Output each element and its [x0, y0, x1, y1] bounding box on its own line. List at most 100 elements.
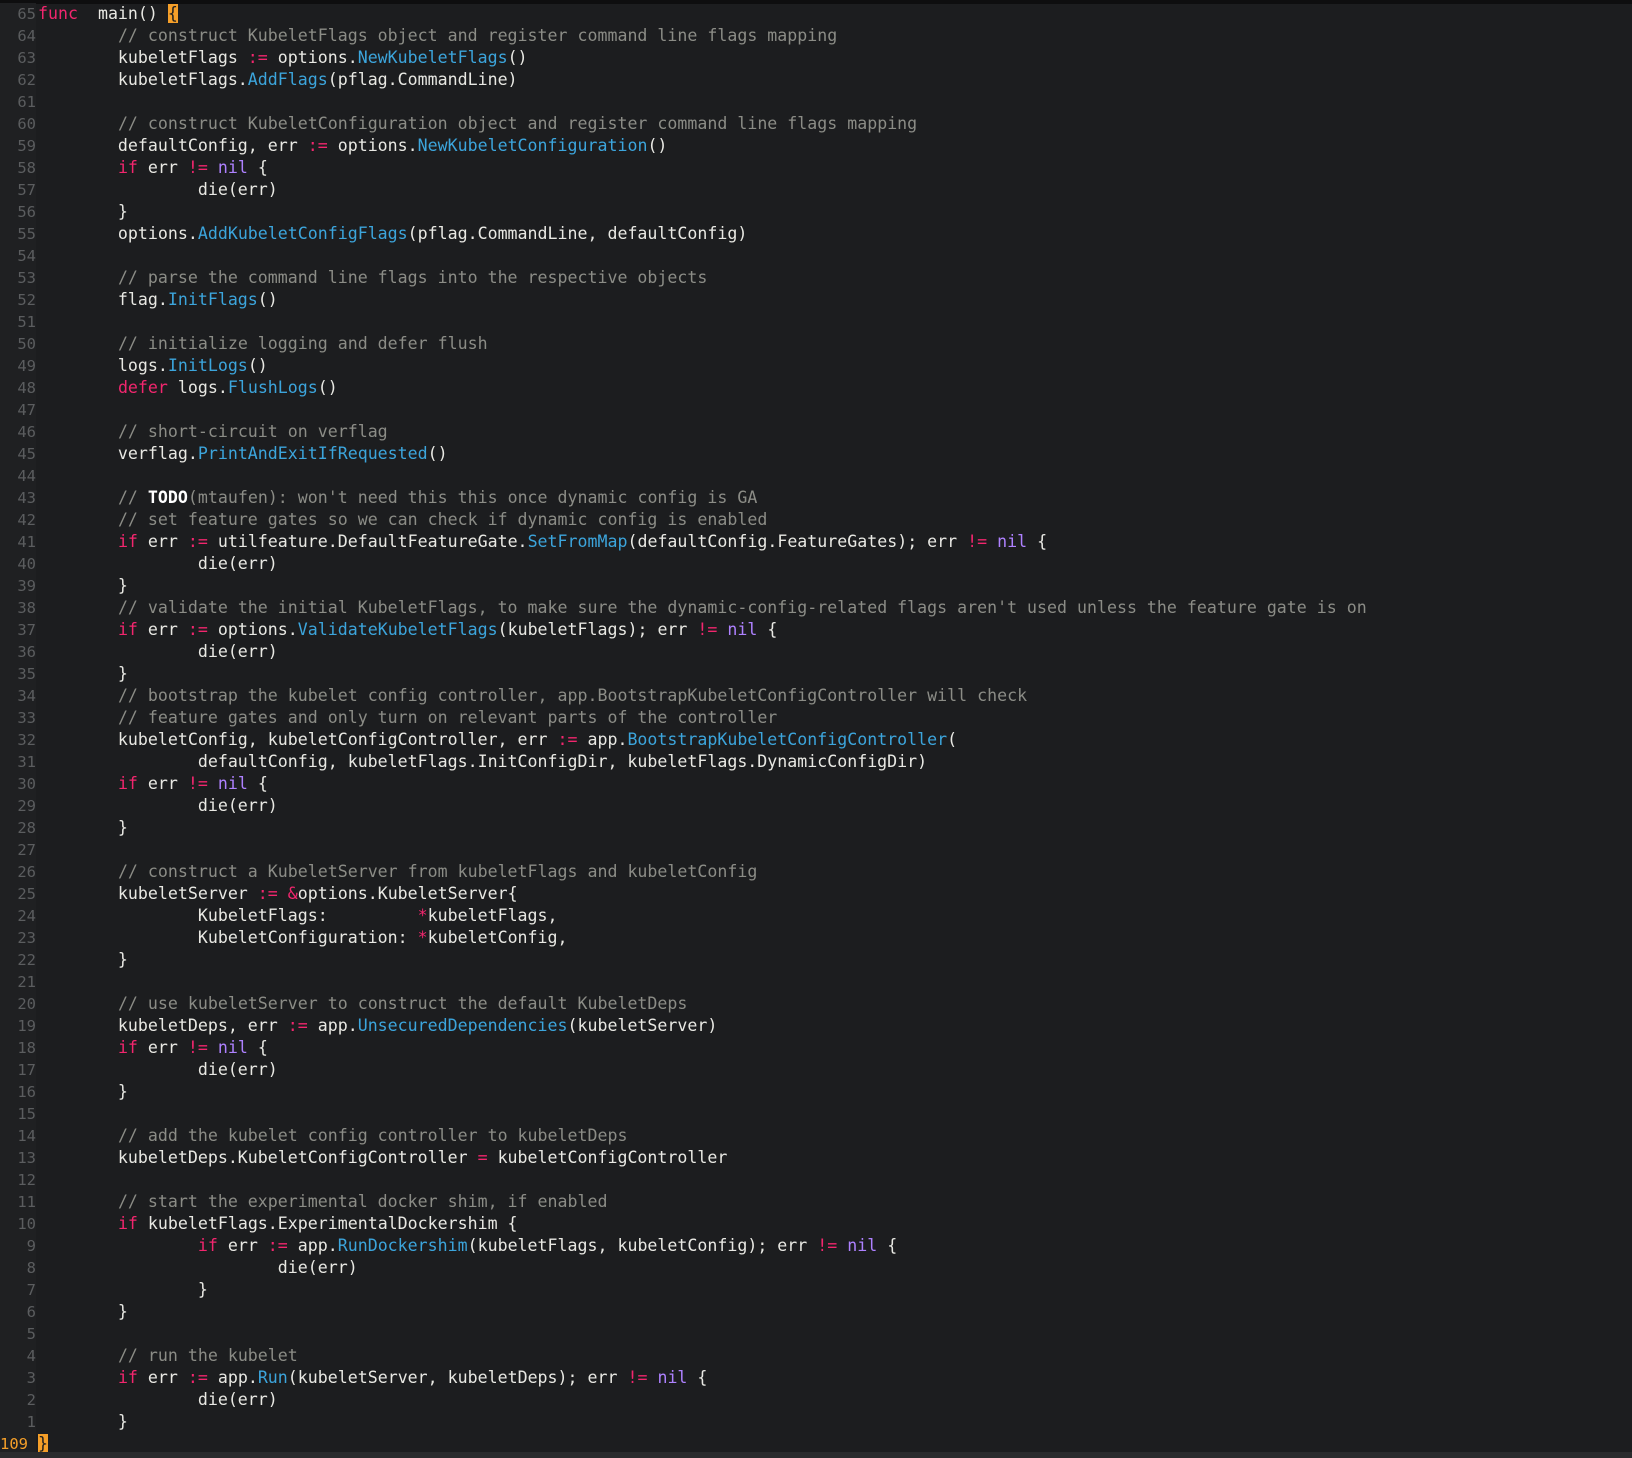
code-line[interactable]: 43 // TODO(mtaufen): won't need this thi…	[0, 487, 1632, 509]
code-line[interactable]: 58 if err != nil {	[0, 157, 1632, 179]
code-line[interactable]: 45 verflag.PrintAndExitIfRequested()	[0, 443, 1632, 465]
code-line[interactable]: 56 }	[0, 201, 1632, 223]
code-line[interactable]: 50 // initialize logging and defer flush	[0, 333, 1632, 355]
code-line[interactable]: 63 kubeletFlags := options.NewKubeletFla…	[0, 47, 1632, 69]
code-line[interactable]: 15	[0, 1103, 1632, 1125]
code-line[interactable]: 6 }	[0, 1301, 1632, 1323]
code-line[interactable]: 42 // set feature gates so we can check …	[0, 509, 1632, 531]
code-line[interactable]: 52 flag.InitFlags()	[0, 289, 1632, 311]
code-line[interactable]: 41 if err := utilfeature.DefaultFeatureG…	[0, 531, 1632, 553]
code-line[interactable]: 65 func main() {	[0, 3, 1632, 25]
code-text: die(err)	[36, 553, 278, 575]
code-line[interactable]: 57 die(err)	[0, 179, 1632, 201]
code-line[interactable]: 19 kubeletDeps, err := app.UnsecuredDepe…	[0, 1015, 1632, 1037]
code-line[interactable]: 2 die(err)	[0, 1389, 1632, 1411]
code-line[interactable]: 17 die(err)	[0, 1059, 1632, 1081]
code-token: :=	[247, 48, 268, 67]
code-line[interactable]: 4 // run the kubelet	[0, 1345, 1632, 1367]
code-text: die(err)	[36, 1389, 278, 1411]
code-line[interactable]: 47	[0, 399, 1632, 421]
code-line[interactable]: 21	[0, 971, 1632, 993]
code-line[interactable]: 35 }	[0, 663, 1632, 685]
code-line[interactable]: 25 kubeletServer := &options.KubeletServ…	[0, 883, 1632, 905]
code-text: flag.InitFlags()	[36, 289, 278, 311]
code-line[interactable]: 14 // add the kubelet config controller …	[0, 1125, 1632, 1147]
code-text: }	[36, 575, 128, 597]
line-number: 20	[0, 993, 36, 1015]
code-text: }	[36, 1301, 128, 1323]
code-line[interactable]: 20 // use kubeletServer to construct the…	[0, 993, 1632, 1015]
code-line[interactable]: 40 die(err)	[0, 553, 1632, 575]
code-line[interactable]: 7 }	[0, 1279, 1632, 1301]
code-line[interactable]: 53 // parse the command line flags into …	[0, 267, 1632, 289]
code-token: if	[117, 620, 138, 639]
code-line[interactable]: 16 }	[0, 1081, 1632, 1103]
code-line[interactable]: 62 kubeletFlags.AddFlags(pflag.CommandLi…	[0, 69, 1632, 91]
code-line[interactable]: 18 if err != nil {	[0, 1037, 1632, 1059]
code-line[interactable]: 51	[0, 311, 1632, 333]
code-line[interactable]: 54	[0, 245, 1632, 267]
code-line[interactable]: 60 // construct KubeletConfiguration obj…	[0, 113, 1632, 135]
code-line[interactable]: 23 KubeletConfiguration: *kubeletConfig,	[0, 927, 1632, 949]
code-token: InitFlags	[167, 290, 258, 309]
line-number: 24	[0, 905, 36, 927]
line-number: 64	[0, 25, 36, 47]
line-number: 27	[0, 839, 36, 861]
code-line[interactable]: 44	[0, 465, 1632, 487]
code-line[interactable]: 1 }	[0, 1411, 1632, 1433]
code-token: ()	[427, 444, 448, 463]
line-number: 22	[0, 949, 36, 971]
code-line[interactable]: 33 // feature gates and only turn on rel…	[0, 707, 1632, 729]
code-text: die(err)	[36, 1059, 278, 1081]
code-token: if	[117, 532, 138, 551]
code-editor[interactable]: 65 func main() {64 // construct KubeletFl…	[0, 3, 1632, 1455]
code-token: ()	[647, 136, 668, 155]
code-line[interactable]: 5	[0, 1323, 1632, 1345]
code-line[interactable]: 26 // construct a KubeletServer from kub…	[0, 861, 1632, 883]
code-text: // bootstrap the kubelet config controll…	[36, 685, 1027, 707]
line-number: 65	[0, 3, 36, 25]
code-token: InitLogs	[167, 356, 248, 375]
code-line[interactable]: 11 // start the experimental docker shim…	[0, 1191, 1632, 1213]
code-line[interactable]: 32 kubeletConfig, kubeletConfigControlle…	[0, 729, 1632, 751]
code-line[interactable]: 24 KubeletFlags: *kubeletFlags,	[0, 905, 1632, 927]
code-line[interactable]: 13 kubeletDeps.KubeletConfigController =…	[0, 1147, 1632, 1169]
code-token: }	[38, 664, 128, 683]
code-token: die(err)	[38, 1258, 358, 1277]
code-text: logs.InitLogs()	[36, 355, 268, 377]
code-line[interactable]: 8 die(err)	[0, 1257, 1632, 1279]
code-line[interactable]: 28 }	[0, 817, 1632, 839]
code-text: KubeletFlags: *kubeletFlags,	[36, 905, 558, 927]
code-line[interactable]: 61	[0, 91, 1632, 113]
code-line[interactable]: 46 // short-circuit on verflag	[0, 421, 1632, 443]
code-token: KubeletFlags:	[38, 906, 418, 925]
code-line[interactable]: 36 die(err)	[0, 641, 1632, 663]
code-line[interactable]: 39 }	[0, 575, 1632, 597]
code-line[interactable]: 12	[0, 1169, 1632, 1191]
code-line[interactable]: 27	[0, 839, 1632, 861]
code-line[interactable]: 64 // construct KubeletFlags object and …	[0, 25, 1632, 47]
code-line[interactable]: 22 }	[0, 949, 1632, 971]
code-line[interactable]: 31 defaultConfig, kubeletFlags.InitConfi…	[0, 751, 1632, 773]
code-line[interactable]: 10 if kubeletFlags.ExperimentalDockershi…	[0, 1213, 1632, 1235]
line-number: 11	[0, 1191, 36, 1213]
code-line[interactable]: 9 if err := app.RunDockershim(kubeletFla…	[0, 1235, 1632, 1257]
code-token: nil	[847, 1236, 878, 1255]
code-line[interactable]: 37 if err := options.ValidateKubeletFlag…	[0, 619, 1632, 641]
code-line[interactable]: 49 logs.InitLogs()	[0, 355, 1632, 377]
code-line[interactable]: 3 if err := app.Run(kubeletServer, kubel…	[0, 1367, 1632, 1389]
code-line[interactable]: 30 if err != nil {	[0, 773, 1632, 795]
code-line[interactable]: 48 defer logs.FlushLogs()	[0, 377, 1632, 399]
code-line[interactable]: 34 // bootstrap the kubelet config contr…	[0, 685, 1632, 707]
code-line[interactable]: 55 options.AddKubeletConfigFlags(pflag.C…	[0, 223, 1632, 245]
code-line[interactable]: 29 die(err)	[0, 795, 1632, 817]
line-number: 58	[0, 157, 36, 179]
code-token: }	[38, 1412, 128, 1431]
code-line[interactable]: 59 defaultConfig, err := options.NewKube…	[0, 135, 1632, 157]
code-line[interactable]: 38 // validate the initial KubeletFlags,…	[0, 597, 1632, 619]
